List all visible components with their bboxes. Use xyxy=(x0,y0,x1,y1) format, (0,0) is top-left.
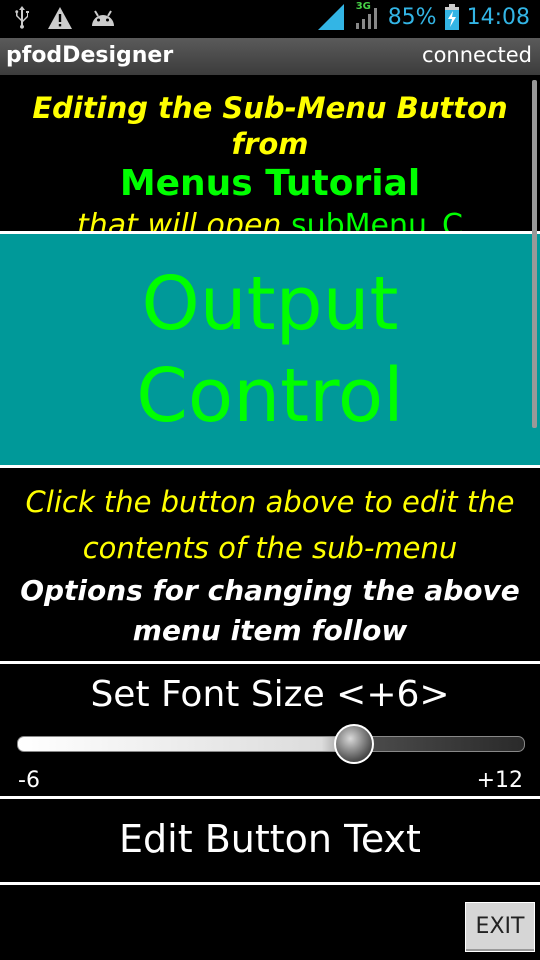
battery-charging-icon xyxy=(444,4,459,30)
slider-min-label: -6 xyxy=(18,768,40,793)
instruction-line-2: contents of the sub-menu xyxy=(82,531,458,565)
options-line-1: Options for changing the above xyxy=(20,574,520,607)
options-text: Options for changing the above menu item… xyxy=(0,571,540,651)
font-size-slider-thumb[interactable] xyxy=(334,724,375,764)
system-status: 3G 85% 14:08 xyxy=(317,1,530,31)
signal-icon xyxy=(317,4,344,30)
edit-button-text-button[interactable]: Edit Button Text xyxy=(0,800,540,882)
editor-header: Editing the Sub-Menu Button from Menus T… xyxy=(0,78,540,243)
font-size-slider-track[interactable] xyxy=(17,736,525,752)
font-size-label: Set Font Size <+6> xyxy=(90,674,450,715)
clock: 14:08 xyxy=(466,4,530,30)
divider xyxy=(0,661,540,664)
header-line-1: Editing the Sub-Menu Button from xyxy=(32,91,508,161)
warning-icon xyxy=(48,7,72,29)
submenu-button[interactable]: Output Control xyxy=(0,234,540,465)
signal-strength-icon xyxy=(355,8,377,29)
android-icon xyxy=(92,10,114,26)
menu-name: Menus Tutorial xyxy=(119,163,421,204)
instruction-text: Click the button above to edit the conte… xyxy=(0,479,540,571)
title-bar: pfodDesigner connected xyxy=(0,38,540,75)
status-bar: 3G 85% 14:08 xyxy=(0,0,540,38)
exit-button[interactable]: EXIT xyxy=(465,902,535,952)
divider xyxy=(0,796,540,799)
battery-percent: 85% xyxy=(387,4,437,30)
submenu-button-line-1: Output xyxy=(141,261,399,347)
network-3g-indicator: 3G xyxy=(352,1,380,31)
instruction-line-1: Click the button above to edit the xyxy=(25,485,515,519)
options-line-2: menu item follow xyxy=(132,614,408,647)
notification-icons xyxy=(14,6,116,30)
divider xyxy=(0,465,540,468)
submenu-button-line-2: Control xyxy=(136,353,404,439)
usb-icon xyxy=(15,6,29,29)
slider-max-label: +12 xyxy=(476,768,523,793)
info-section: Click the button above to edit the conte… xyxy=(0,469,540,661)
divider xyxy=(0,882,540,885)
scrollbar[interactable] xyxy=(532,80,537,428)
font-size-control: Set Font Size <+6> -6 +12 xyxy=(0,666,540,796)
connection-status: connected xyxy=(422,43,532,67)
app-title: pfodDesigner xyxy=(6,43,174,68)
